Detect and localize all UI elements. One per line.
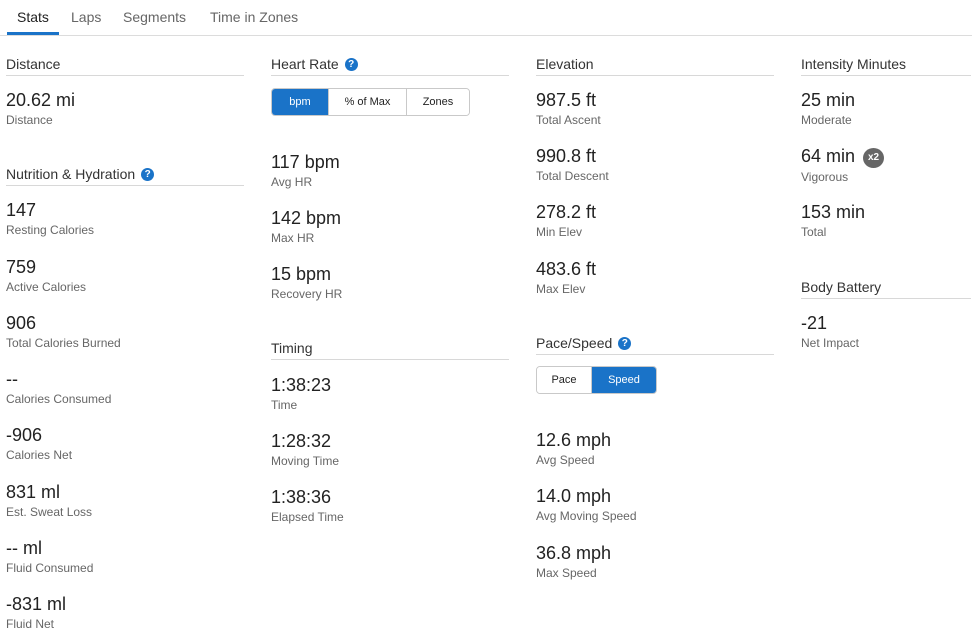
tab-laps[interactable]: Laps bbox=[71, 9, 101, 25]
stat-avg-hr: 117 bpm Avg HR bbox=[271, 152, 340, 189]
stat-net-impact: -21 Net Impact bbox=[801, 313, 860, 350]
stat-fluid-consumed: -- ml Fluid Consumed bbox=[6, 538, 94, 575]
elevation-section-title: Elevation bbox=[536, 56, 774, 76]
distance-section-title: Distance bbox=[6, 56, 244, 76]
stat-active-calories: 759 Active Calories bbox=[6, 257, 87, 294]
stat-min-elev: 278.2 ft Min Elev bbox=[536, 202, 597, 239]
help-icon[interactable]: ? bbox=[344, 57, 358, 71]
stat-fluid-net: -831 ml Fluid Net bbox=[6, 594, 67, 631]
nutrition-section-title: Nutrition & Hydration ? bbox=[6, 166, 244, 186]
stat-total-calories-burned: 906 Total Calories Burned bbox=[6, 313, 121, 350]
stat-resting-calories: 147 Resting Calories bbox=[6, 200, 95, 237]
stat-recovery-hr: 15 bpm Recovery HR bbox=[271, 264, 343, 301]
toggle-zones[interactable]: Zones bbox=[407, 89, 469, 115]
stat-avg-moving-speed: 14.0 mph Avg Moving Speed bbox=[536, 486, 637, 523]
stat-avg-speed: 12.6 mph Avg Speed bbox=[536, 430, 612, 467]
multiplier-badge: x2 bbox=[863, 148, 885, 168]
activity-tabs: Stats Laps Segments Time in Zones bbox=[0, 0, 972, 36]
toggle-pace[interactable]: Pace bbox=[537, 367, 592, 393]
tab-segments[interactable]: Segments bbox=[123, 9, 186, 25]
stat-max-hr: 142 bpm Max HR bbox=[271, 208, 342, 245]
stat-total-ascent: 987.5 ft Total Ascent bbox=[536, 90, 601, 127]
stat-distance: 20.62 mi Distance bbox=[6, 90, 76, 127]
stat-max-speed: 36.8 mph Max Speed bbox=[536, 543, 612, 580]
stat-time: 1:38:23 Time bbox=[271, 375, 332, 412]
pace-speed-toggle: Pace Speed bbox=[536, 366, 657, 394]
timing-section-title: Timing bbox=[271, 340, 509, 360]
help-icon[interactable]: ? bbox=[618, 336, 632, 350]
stat-elapsed-time: 1:38:36 Elapsed Time bbox=[271, 487, 344, 524]
toggle-percent-of-max[interactable]: % of Max bbox=[329, 89, 407, 115]
stat-calories-net: -906 Calories Net bbox=[6, 425, 73, 462]
stat-total-descent: 990.8 ft Total Descent bbox=[536, 146, 609, 183]
body-battery-section-title: Body Battery bbox=[801, 279, 971, 299]
help-icon[interactable]: ? bbox=[141, 167, 155, 181]
stat-moving-time: 1:28:32 Moving Time bbox=[271, 431, 340, 468]
stat-total-minutes: 153 min Total bbox=[801, 202, 866, 239]
active-tab-indicator bbox=[7, 32, 59, 35]
stat-max-elev: 483.6 ft Max Elev bbox=[536, 259, 597, 296]
tab-stats[interactable]: Stats bbox=[17, 9, 49, 25]
stat-sweat-loss: 831 ml Est. Sweat Loss bbox=[6, 482, 93, 519]
toggle-bpm[interactable]: bpm bbox=[272, 89, 329, 115]
stat-moderate-minutes: 25 min Moderate bbox=[801, 90, 856, 127]
tab-time-in-zones[interactable]: Time in Zones bbox=[210, 9, 298, 25]
toggle-speed[interactable]: Speed bbox=[592, 367, 656, 393]
pace-speed-section-title: Pace/Speed ? bbox=[536, 335, 774, 355]
heart-rate-unit-toggle: bpm % of Max Zones bbox=[271, 88, 470, 116]
heart-rate-section-title: Heart Rate ? bbox=[271, 56, 509, 76]
intensity-section-title: Intensity Minutes bbox=[801, 56, 971, 76]
stat-calories-consumed: -- Calories Consumed bbox=[6, 369, 112, 406]
stat-vigorous-minutes: 64 min x2 Vigorous bbox=[801, 145, 885, 184]
